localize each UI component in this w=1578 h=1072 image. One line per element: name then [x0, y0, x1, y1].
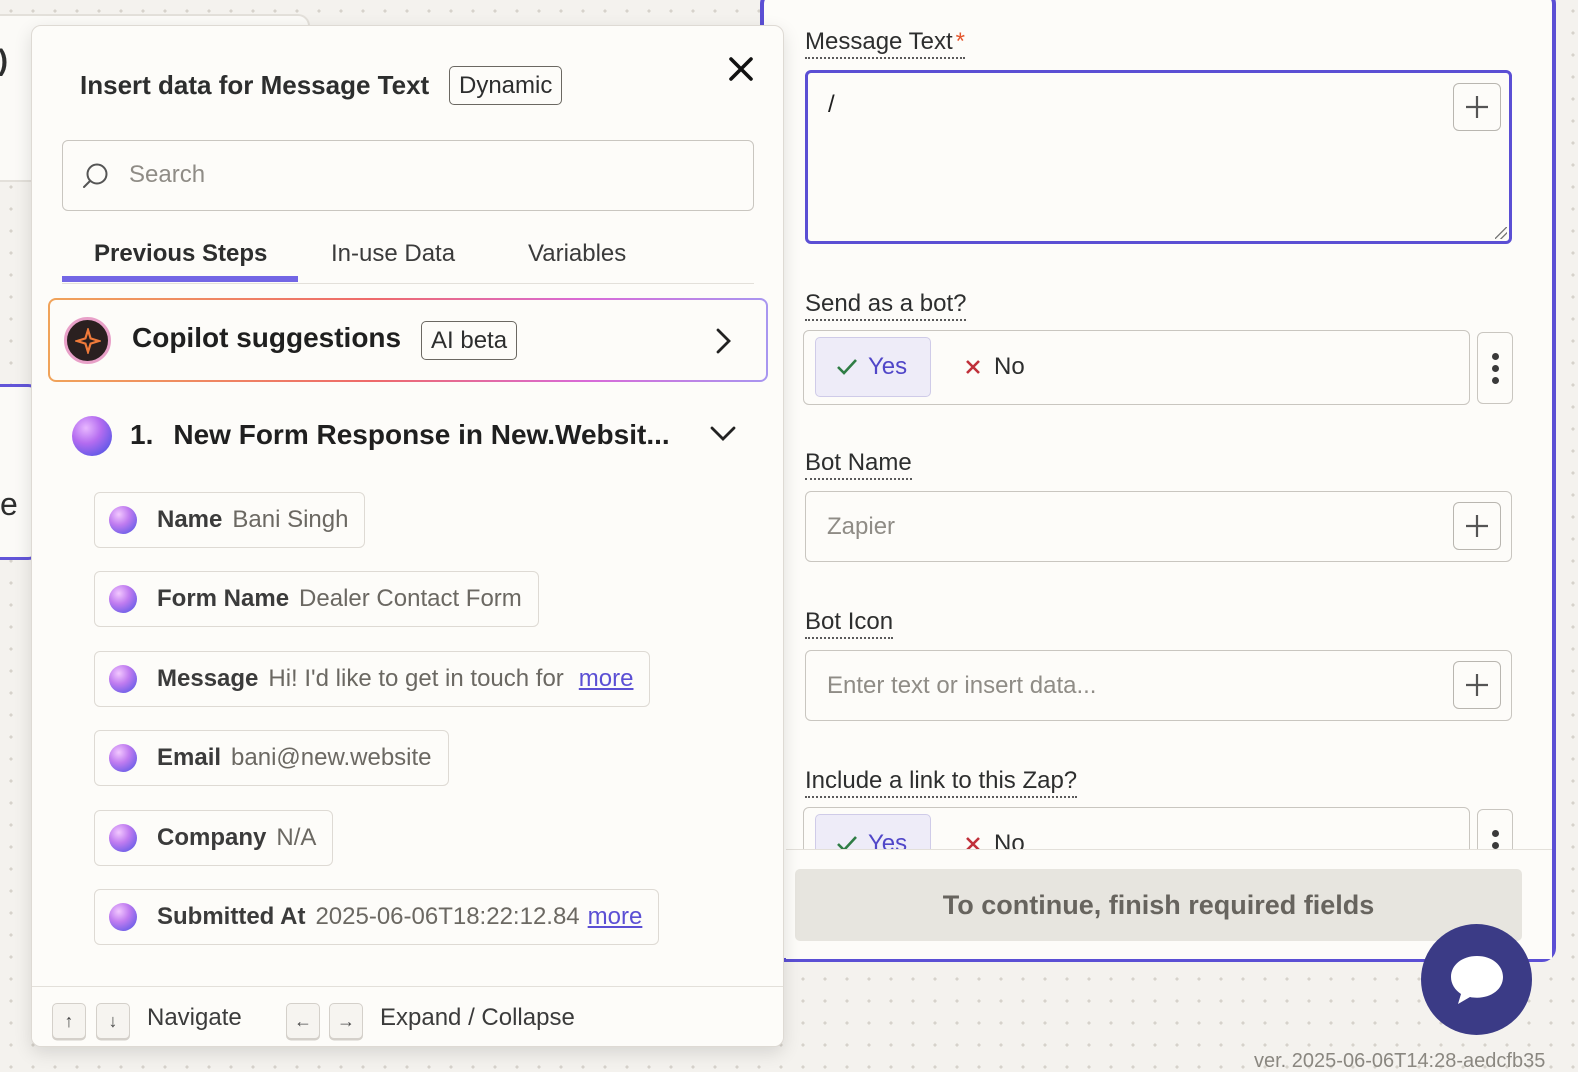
insert-data-button[interactable] [1453, 502, 1501, 550]
app-orb-icon [109, 824, 137, 852]
app-orb-icon [109, 744, 137, 772]
background-card-fragment-2: e [0, 486, 18, 522]
field-key: Company [157, 824, 267, 851]
close-icon [729, 57, 753, 81]
step-app-icon [72, 416, 112, 456]
message-text-field[interactable]: / [805, 70, 1512, 244]
bot-name-field[interactable]: Zapier [805, 491, 1512, 562]
field-value: Bani Singh [232, 506, 349, 533]
field-key: Email [157, 744, 222, 771]
right-arrow-key: → [329, 1003, 363, 1039]
send-as-bot-label: Send as a bot? [805, 290, 967, 321]
send-as-bot-no-option[interactable]: No [964, 337, 1025, 397]
tab-previous-steps[interactable]: Previous Steps [94, 240, 267, 268]
data-field-pill[interactable]: Submitted At 2025-06-06T18:22:12.84 more [94, 889, 660, 945]
include-link-label: Include a link to this Zap? [805, 767, 1078, 798]
no-label: No [994, 353, 1025, 380]
yes-label: Yes [868, 353, 908, 380]
field-key: Form Name [157, 585, 290, 612]
copilot-sparkle-icon [64, 317, 111, 364]
copilot-suggestions-card[interactable]: Copilot suggestions AI beta [48, 298, 768, 382]
app-orb-icon [109, 665, 137, 693]
popover-title: Insert data for Message Text [80, 70, 430, 100]
bot-name-label: Bot Name [805, 449, 912, 480]
message-text-label: Message Text * [805, 28, 965, 59]
data-field-pill[interactable]: Form Name Dealer Contact Form [94, 571, 539, 627]
field-key: Name [157, 506, 223, 533]
plus-icon [1466, 674, 1488, 696]
field-key: Submitted At [157, 903, 306, 930]
close-button[interactable] [724, 52, 758, 86]
plus-icon [1466, 515, 1488, 537]
send-as-bot-options-button[interactable] [1477, 332, 1513, 404]
send-as-bot-toggle: Yes No [803, 330, 1470, 405]
step-header[interactable]: 1. New Form Response in New.Websit... [130, 419, 670, 451]
step-number: 1. [130, 419, 154, 450]
up-arrow-key: ↑ [52, 1003, 86, 1039]
field-value: Dealer Contact Form [299, 585, 522, 612]
app-orb-icon [109, 585, 137, 613]
kebab-icon-dot [1491, 376, 1499, 384]
required-indicator: * [955, 28, 965, 55]
more-link[interactable]: more [588, 903, 643, 931]
step-title: New Form Response in New.Websit... [173, 419, 670, 450]
field-value: Hi! I'd like to get in touch for [268, 665, 564, 692]
down-arrow-key: ↓ [96, 1003, 130, 1039]
kebab-icon-dot [1491, 364, 1499, 372]
chat-button[interactable] [1421, 924, 1532, 1035]
kebab-icon-dot [1491, 352, 1499, 360]
insert-data-popover: Insert data for Message Text Dynamic Sea… [31, 25, 784, 1047]
chevron-right-icon [716, 328, 731, 354]
search-placeholder: Search [129, 161, 206, 188]
x-icon [966, 360, 980, 374]
data-field-pill[interactable]: Name Bani Singh [94, 492, 366, 548]
dynamic-badge: Dynamic [449, 66, 563, 105]
send-as-bot-yes-option[interactable]: Yes [815, 337, 931, 397]
search-icon [83, 163, 108, 188]
tab-variables[interactable]: Variables [528, 240, 626, 268]
ai-beta-badge: AI beta [421, 321, 518, 360]
keyboard-hints-footer: ↑ ↓ Navigate ← → Expand / Collapse [32, 986, 783, 1046]
bot-name-placeholder: Zapier [827, 513, 896, 540]
search-input[interactable]: Search [62, 140, 754, 211]
continue-button[interactable]: To continue, finish required fields [795, 869, 1522, 941]
bot-icon-label: Bot Icon [805, 608, 894, 639]
check-icon [837, 359, 857, 375]
data-field-pill[interactable]: Email bani@new.website [94, 730, 449, 786]
insert-data-button[interactable] [1453, 83, 1501, 131]
resize-handle[interactable] [1495, 227, 1507, 239]
kebab-icon-dot [1491, 829, 1499, 837]
chevron-down-icon[interactable] [708, 422, 738, 446]
message-text-value: / [828, 91, 835, 118]
navigate-hint: Navigate [147, 1004, 242, 1031]
field-value: 2025-06-06T18:22:12.84 [315, 903, 580, 930]
field-value: N/A [276, 824, 317, 851]
data-source-tabs: Previous Steps In-use Data Variables [62, 236, 754, 284]
more-link[interactable]: more [579, 665, 634, 693]
field-key: Message [157, 665, 259, 692]
data-field-pill[interactable]: Company N/A [94, 810, 334, 866]
tab-in-use-data[interactable]: In-use Data [331, 240, 455, 268]
app-orb-icon [109, 903, 137, 931]
data-field-pill[interactable]: Message Hi! I'd like to get in touch for… [94, 651, 651, 707]
chat-bubble-icon [1450, 955, 1503, 1004]
expand-collapse-hint: Expand / Collapse [380, 1004, 575, 1031]
background-card-fragment: ) [0, 44, 8, 78]
copilot-title: Copilot suggestions [132, 322, 402, 353]
left-arrow-key: ← [286, 1003, 320, 1039]
plus-icon [1466, 96, 1488, 118]
insert-data-button[interactable] [1453, 661, 1501, 709]
active-tab-indicator [62, 276, 298, 282]
version-label: ver. 2025-06-06T14:28-aedcfb35 [1254, 1050, 1546, 1072]
app-orb-icon [109, 506, 137, 534]
kebab-icon-dot [1491, 841, 1499, 849]
field-value: bani@new.website [231, 744, 432, 771]
bot-icon-field[interactable]: Enter text or insert data... [805, 650, 1512, 721]
bot-icon-placeholder: Enter text or insert data... [827, 672, 1097, 699]
